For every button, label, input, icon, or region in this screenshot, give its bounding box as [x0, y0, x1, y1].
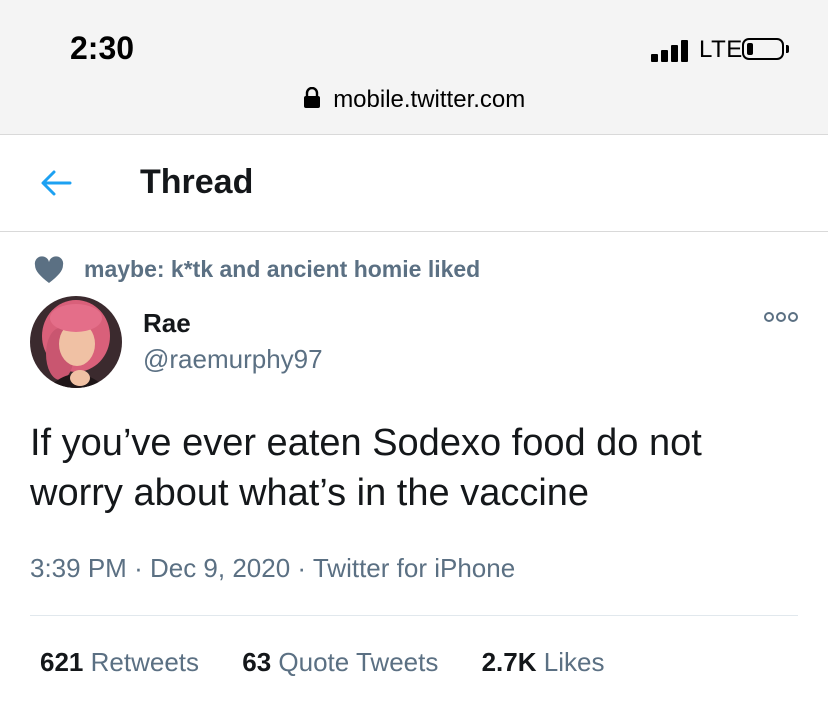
tweet-stats: 621 Retweets 63 Quote Tweets 2.7K Likes: [40, 647, 640, 678]
avatar-image: [30, 296, 122, 388]
tweet-source[interactable]: Twitter for iPhone: [313, 553, 515, 583]
thread-header: Thread: [0, 135, 828, 232]
lock-icon: [303, 87, 320, 108]
browser-chrome: 2:30 LTE mobile.twitter.com: [0, 0, 828, 135]
status-time: 2:30: [70, 30, 135, 66]
author-name[interactable]: Rae: [143, 308, 191, 339]
battery-cap: [786, 45, 789, 53]
tweet-meta: 3:39 PM · Dec 9, 2020 · Twitter for iPho…: [30, 553, 515, 584]
author-handle[interactable]: @raemurphy97: [143, 344, 323, 375]
retweets-count: 621: [40, 647, 84, 677]
url-text: mobile.twitter.com: [333, 86, 526, 113]
more-options-icon[interactable]: [763, 310, 799, 324]
battery-icon: [742, 38, 784, 60]
arrow-left-icon[interactable]: [38, 165, 74, 201]
meta-separator: ·: [134, 553, 143, 583]
retweets-stat[interactable]: 621 Retweets: [40, 647, 199, 678]
tweet-time[interactable]: 3:39 PM: [30, 553, 127, 583]
network-type: LTE: [699, 36, 743, 63]
likes-stat[interactable]: 2.7K Likes: [482, 647, 605, 678]
screen: 2:30 LTE mobile.twitter.com Thread maybe…: [0, 0, 828, 705]
divider: [30, 615, 798, 616]
retweets-label: Retweets: [90, 647, 200, 677]
page-title: Thread: [140, 163, 254, 201]
meta-separator: ·: [297, 553, 307, 583]
avatar[interactable]: [30, 296, 122, 388]
quote-tweets-label: Quote Tweets: [278, 647, 439, 677]
tweet-text: If you’ve ever eaten Sodexo food do not …: [30, 422, 702, 514]
likes-count: 2.7K: [481, 647, 537, 677]
heart-icon: [34, 256, 64, 283]
quote-tweets-count: 63: [242, 647, 272, 677]
signal-strength-icon: [651, 38, 691, 62]
liked-by-text: maybe: k*tk and ancient homie liked: [84, 256, 481, 282]
quote-tweets-stat[interactable]: 63 Quote Tweets: [242, 647, 438, 678]
likes-label: Likes: [543, 647, 605, 677]
tweet-date[interactable]: Dec 9, 2020: [150, 553, 290, 583]
address-bar[interactable]: mobile.twitter.com: [0, 86, 828, 120]
